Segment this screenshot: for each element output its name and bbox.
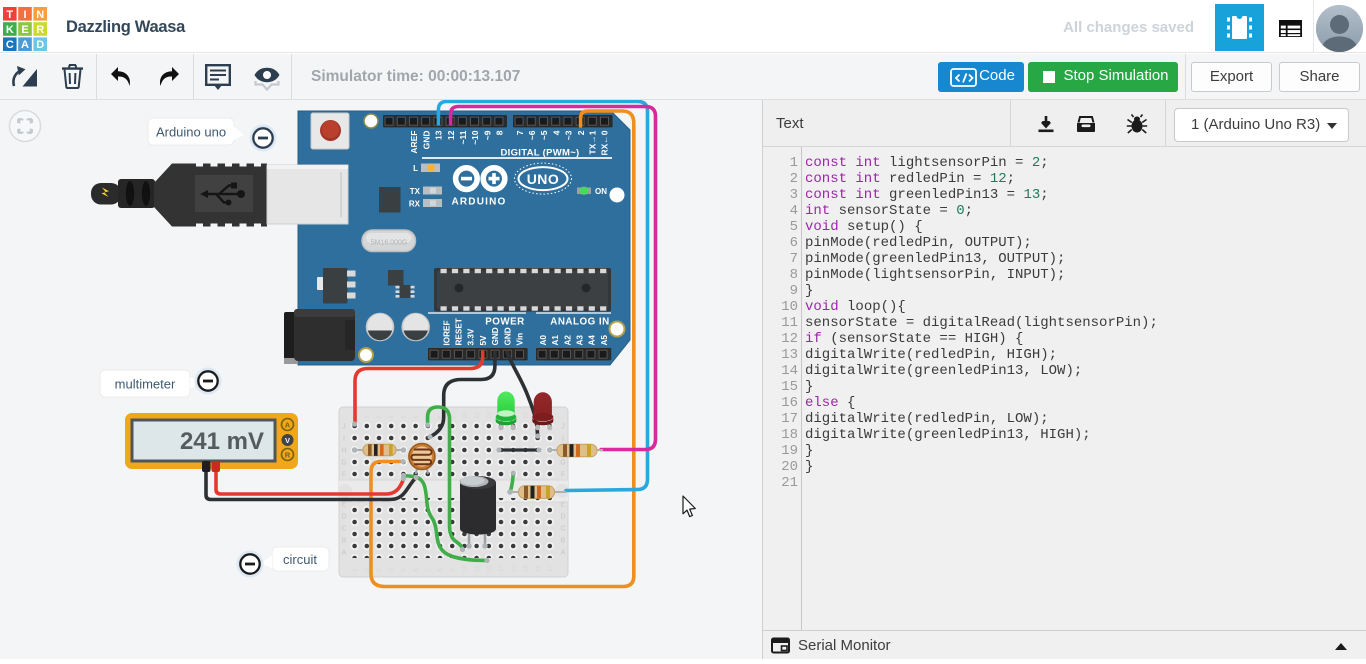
svg-text:E: E [21,24,28,36]
svg-text:multimeter: multimeter [115,377,176,392]
svg-text:11: 11 [474,565,481,572]
svg-text:3: 3 [376,415,383,419]
svg-text:~9: ~9 [482,130,492,140]
svg-text:J: J [561,424,565,431]
svg-text:3.3V: 3.3V [467,328,476,345]
svg-text:6: 6 [413,568,420,572]
svg-text:11: 11 [474,412,481,419]
svg-text:~5: ~5 [539,130,549,140]
svg-text:ON: ON [595,187,607,196]
svg-text:~3: ~3 [564,130,574,140]
svg-text:IOREF: IOREF [442,320,451,345]
svg-text:ANALOG IN: ANALOG IN [550,317,609,328]
svg-text:7: 7 [515,130,525,135]
svg-text:7: 7 [425,568,432,572]
svg-text:D: D [341,514,346,521]
svg-text:10: 10 [462,564,469,572]
svg-text:A5: A5 [600,335,609,346]
svg-text:8: 8 [495,130,505,135]
svg-text:14: 14 [510,564,517,572]
svg-text:DIGITAL (PWM~): DIGITAL (PWM~) [500,148,579,159]
svg-text:UNO: UNO [527,171,560,187]
svg-text:POWER: POWER [485,317,525,328]
svg-text:K: K [6,24,14,36]
svg-text:A: A [21,39,29,51]
svg-text:I: I [23,9,26,21]
svg-text:~11: ~11 [458,130,468,144]
svg-text:D: D [36,39,44,51]
svg-text:A2: A2 [563,335,572,346]
svg-text:A: A [561,550,566,557]
svg-text:F: F [342,472,346,479]
svg-text:9: 9 [449,568,456,572]
svg-text:GND: GND [421,131,431,150]
svg-text:13: 13 [498,564,505,572]
svg-text:H: H [341,448,346,455]
svg-text:circuit: circuit [283,552,317,567]
svg-text:5M16.000G: 5M16.000G [371,240,408,247]
svg-text:2: 2 [576,130,586,135]
svg-text:R: R [36,24,44,36]
svg-text:RESET: RESET [455,318,464,345]
svg-text:12: 12 [486,411,493,419]
svg-text:A0: A0 [539,335,548,346]
svg-text:Arduino uno: Arduino uno [156,125,226,140]
svg-text:L: L [413,164,418,173]
svg-text:12: 12 [446,130,456,140]
svg-text:V: V [285,436,290,445]
svg-text:TX: TX [410,187,421,196]
svg-text:B: B [342,538,347,545]
svg-text:10: 10 [462,411,469,419]
svg-text:G: G [341,460,346,467]
svg-text:D: D [560,514,565,521]
svg-text:4: 4 [388,415,395,419]
svg-text:B: B [561,538,566,545]
svg-text:17: 17 [547,564,554,572]
svg-text:F: F [561,472,565,479]
svg-text:RX←0: RX←0 [600,130,610,155]
svg-text:ARDUINO: ARDUINO [451,197,506,208]
svg-text:1: 1 [352,568,359,572]
svg-text:5: 5 [401,415,408,419]
svg-text:241 mV: 241 mV [180,428,264,455]
svg-text:N: N [36,9,44,21]
svg-text:4: 4 [388,568,395,572]
svg-text:R: R [285,451,291,460]
svg-text:TX→1: TX→1 [587,130,597,154]
svg-text:8: 8 [437,568,444,572]
svg-text:~6: ~6 [527,130,537,140]
svg-text:15: 15 [523,411,530,419]
svg-text:E: E [342,502,347,509]
svg-text:C: C [6,39,14,51]
svg-text:5V: 5V [479,335,488,346]
svg-text:2: 2 [364,415,371,419]
svg-text:I: I [562,436,564,443]
svg-text:GND: GND [491,327,500,345]
svg-text:3: 3 [376,568,383,572]
svg-text:4: 4 [551,130,561,135]
svg-text:GND: GND [503,327,512,345]
svg-text:A: A [285,421,291,430]
svg-text:T: T [6,9,13,21]
svg-text:6: 6 [413,415,420,419]
svg-text:C: C [560,526,565,533]
svg-text:AREF: AREF [409,131,419,154]
svg-text:A3: A3 [576,335,585,346]
svg-text:C: C [341,526,346,533]
svg-text:RX: RX [409,200,421,209]
svg-text:J: J [342,424,346,431]
svg-text:A: A [342,550,347,557]
svg-text:~10: ~10 [470,130,480,145]
svg-text:13: 13 [434,130,444,140]
svg-text:I: I [343,436,345,443]
svg-text:5: 5 [401,568,408,572]
svg-text:A4: A4 [588,335,597,346]
svg-text:12: 12 [486,564,493,572]
svg-text:A1: A1 [551,335,560,346]
svg-text:G: G [560,460,565,467]
svg-text:16: 16 [535,564,542,572]
svg-text:15: 15 [523,564,530,572]
svg-text:E: E [561,502,566,509]
svg-text:Vin: Vin [516,333,525,346]
